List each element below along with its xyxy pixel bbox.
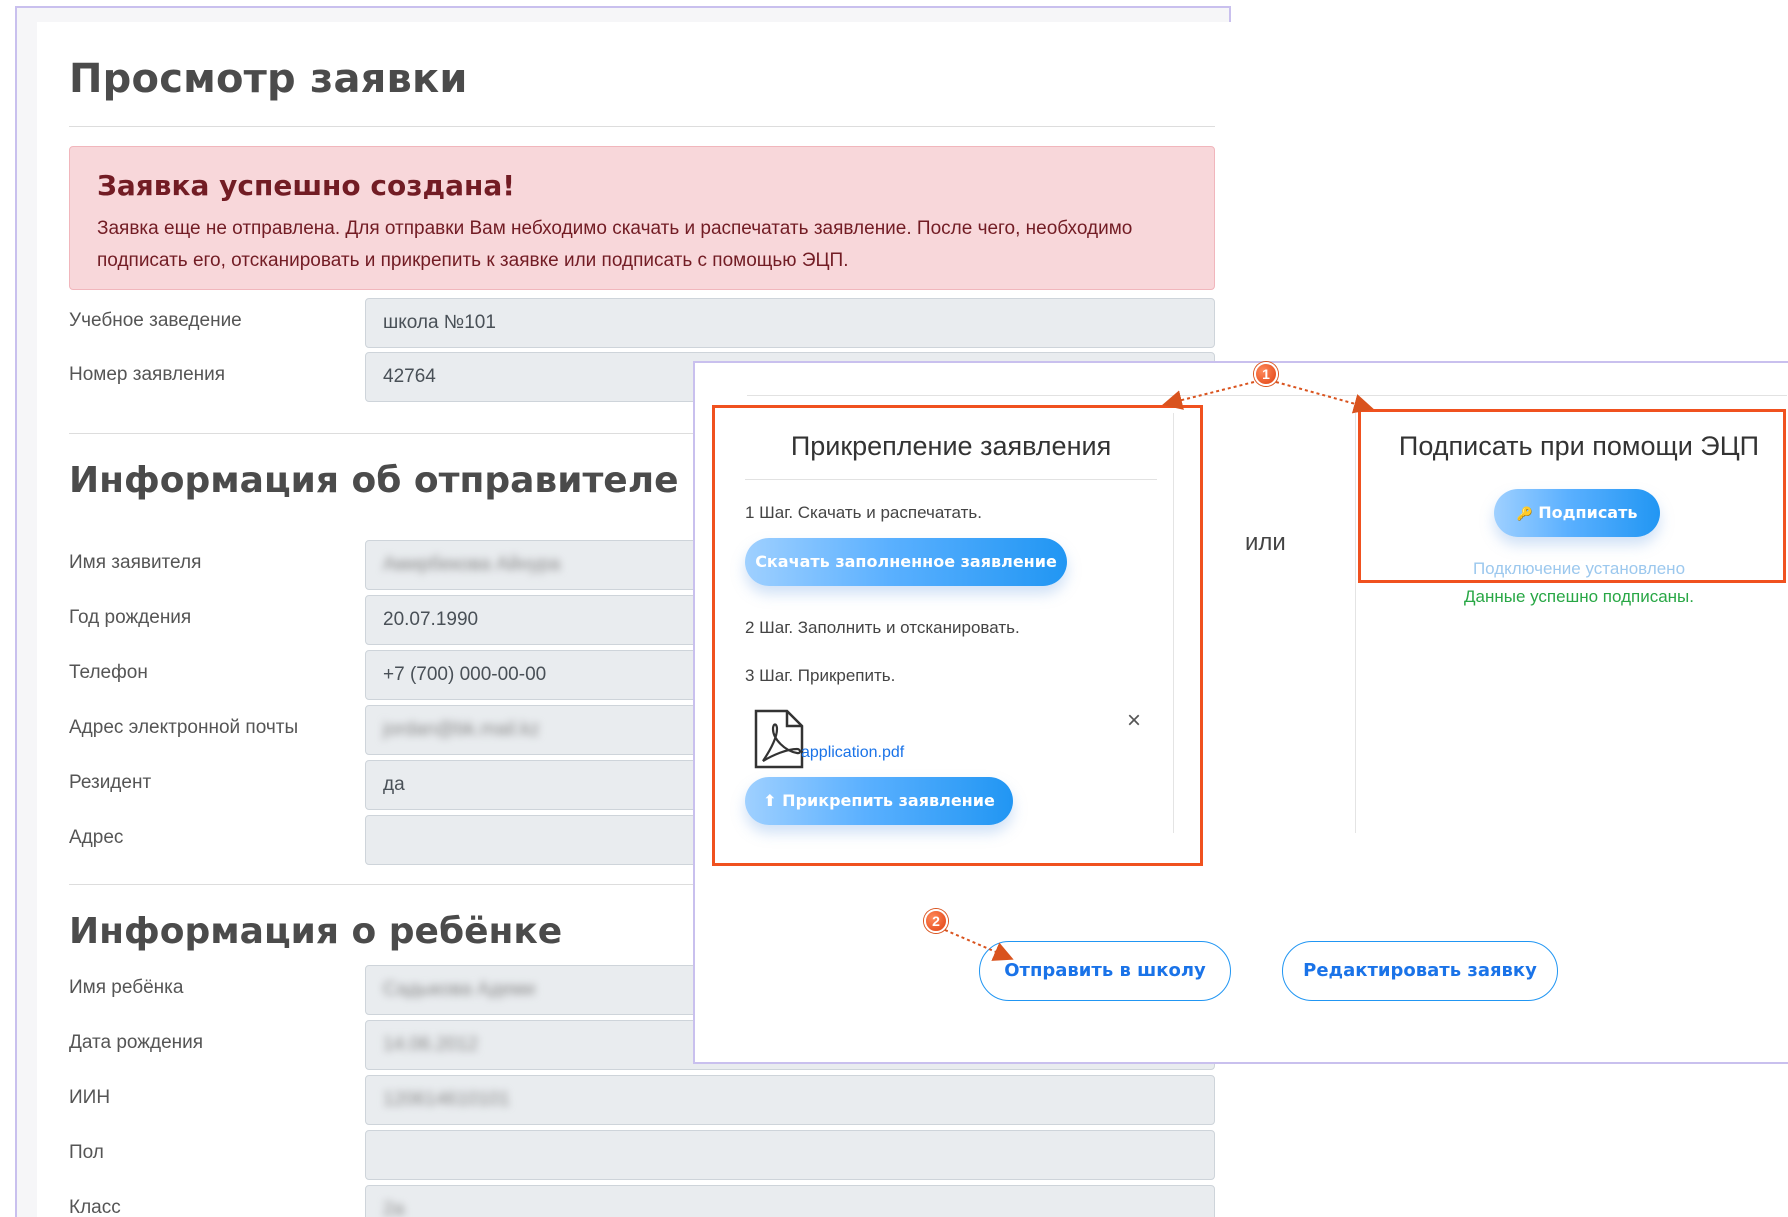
column-separator	[1355, 413, 1356, 833]
field-label-iin: ИИН	[69, 1087, 111, 1108]
divider	[69, 126, 1215, 127]
sender-section-title: Информация об отправителе	[69, 460, 679, 501]
field-label-address: Адрес	[69, 827, 124, 848]
edit-application-button[interactable]: Редактировать заявку	[1282, 941, 1558, 1001]
field-class: 2а	[365, 1185, 1215, 1217]
field-label-applicant-name: Имя заявителя	[69, 552, 202, 573]
child-section-title: Информация о ребёнке	[69, 911, 563, 952]
blurred-value: 14.06.2012	[383, 1034, 479, 1055]
field-label-email: Адрес электронной почты	[69, 717, 299, 738]
blurred-value: 120614610101	[383, 1089, 510, 1110]
field-label-gender: Пол	[69, 1142, 104, 1163]
alert-title: Заявка успешно создана!	[97, 169, 516, 202]
divider	[747, 395, 1787, 396]
blurred-value: 2а	[383, 1199, 405, 1217]
send-to-school-button[interactable]: Отправить в школу	[979, 941, 1231, 1001]
field-label-school: Учебное заведение	[69, 310, 242, 331]
callout-box-sign	[1358, 409, 1786, 583]
alert-text: Заявка еще не отправлена. Для отправки В…	[97, 218, 1133, 271]
success-alert: Заявка успешно создана! Заявка еще не от…	[69, 146, 1215, 290]
callout-marker-1: 1	[1254, 362, 1278, 386]
field-label-application-number: Номер заявления	[69, 364, 226, 385]
page-title: Просмотр заявки	[69, 56, 468, 102]
field-label-resident: Резидент	[69, 772, 152, 793]
field-label-child-name: Имя ребёнка	[69, 977, 184, 998]
field-label-class: Класс	[69, 1197, 121, 1217]
blurred-value: Садыкова Адеми	[383, 979, 536, 1000]
callout-box-attach	[712, 405, 1203, 866]
field-label-birth-year: Год рождения	[69, 607, 192, 628]
field-school: школа №101	[365, 298, 1215, 348]
callout-marker-2: 2	[924, 909, 948, 933]
field-iin: 120614610101	[365, 1075, 1215, 1125]
signed-status: Данные успешно подписаны.	[1463, 587, 1694, 606]
field-label-phone: Телефон	[69, 662, 148, 683]
field-gender	[365, 1130, 1215, 1180]
blurred-value: jordan@bk.mail.kz	[383, 719, 540, 740]
or-text: или	[1245, 529, 1286, 556]
field-label-child-birth-date: Дата рождения	[69, 1032, 204, 1053]
blurred-value: Амирбекова Айнура	[383, 554, 561, 575]
